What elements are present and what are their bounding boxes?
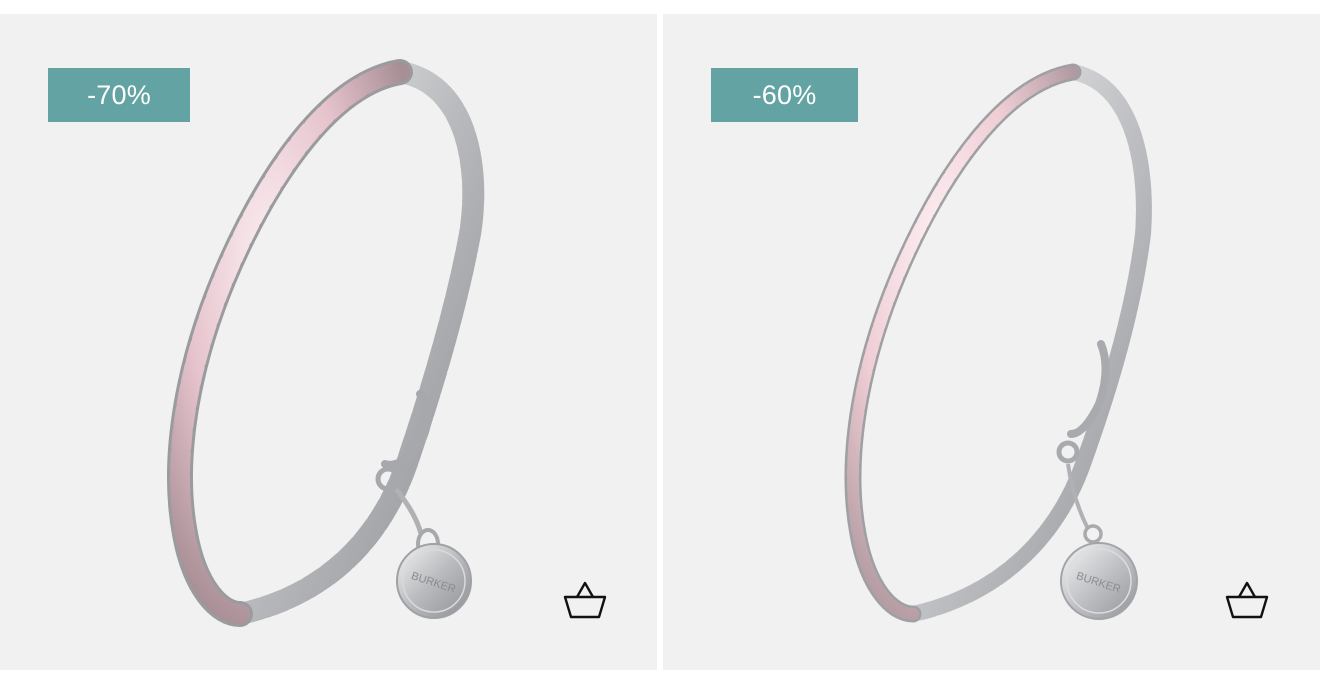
discount-badge: -70% (48, 68, 190, 122)
shopping-basket-icon (563, 581, 607, 619)
add-to-basket-button[interactable] (1222, 576, 1272, 626)
product-grid: BURKER -70% BURKER -60% (0, 14, 1320, 670)
shopping-basket-icon (1225, 581, 1269, 619)
discount-badge: -60% (711, 68, 858, 122)
product-card-1[interactable]: BURKER -70% (0, 14, 657, 670)
add-to-basket-button[interactable] (560, 576, 610, 626)
product-card-2[interactable]: BURKER -60% (663, 14, 1320, 670)
